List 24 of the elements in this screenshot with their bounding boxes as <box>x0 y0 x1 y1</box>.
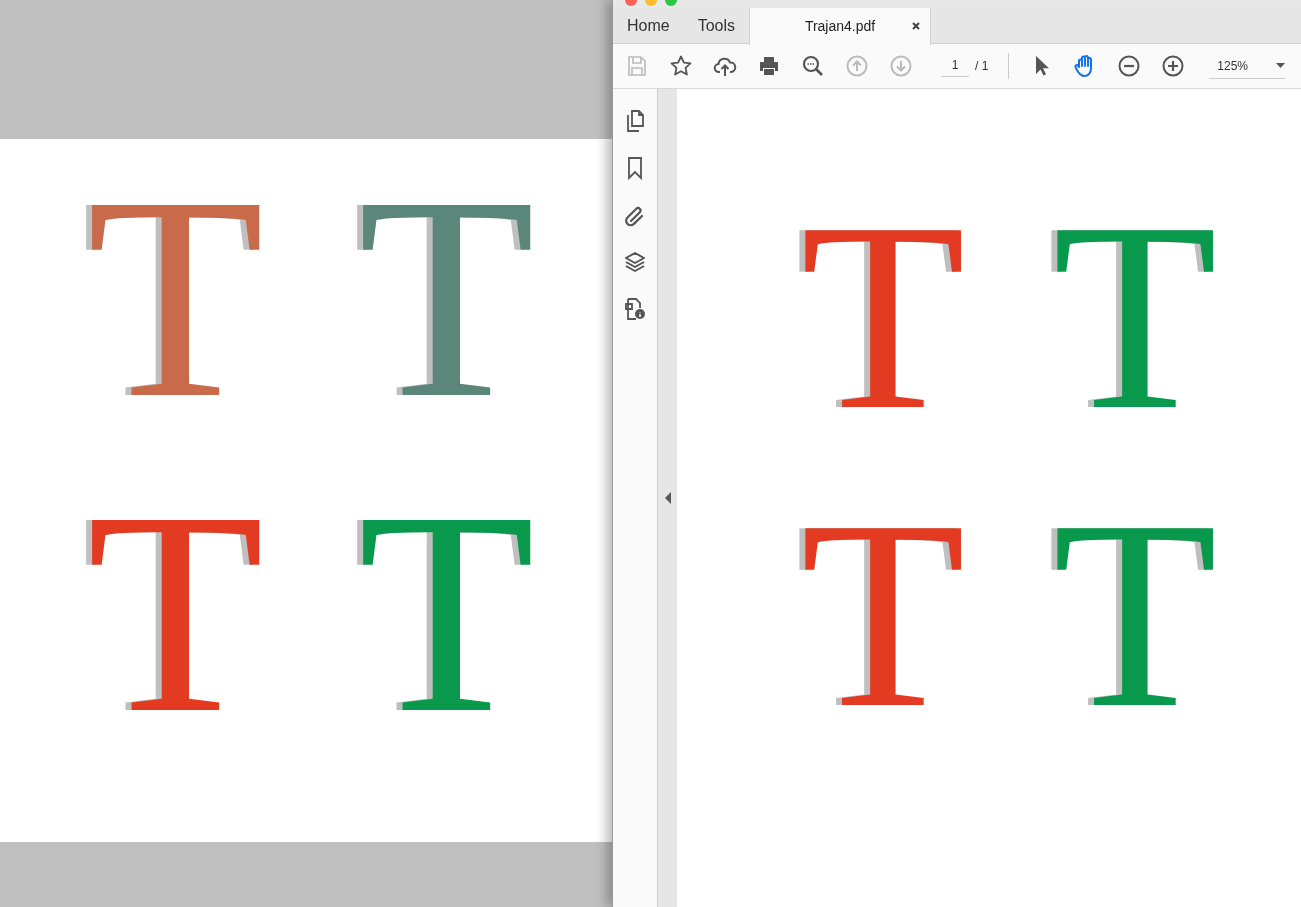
letter-glyph: T <box>799 181 967 451</box>
caret-icon[interactable] <box>1276 63 1286 68</box>
nav-tab[interactable]: Tools <box>683 8 750 44</box>
zoom-dropdown[interactable]: 125% <box>1209 53 1286 79</box>
magnifier-icon[interactable] <box>801 54 825 78</box>
collapse-arrow-icon[interactable] <box>664 492 671 504</box>
star-icon[interactable] <box>669 54 693 78</box>
plus-circle-icon[interactable] <box>1161 54 1186 78</box>
letter-glyph: T <box>1051 181 1219 451</box>
letter-glyph: T <box>1051 479 1219 749</box>
letter-glyph: T <box>85 468 266 758</box>
close-icon[interactable] <box>912 22 921 30</box>
layers-icon[interactable] <box>623 250 647 274</box>
letter-glyph: T <box>799 479 967 749</box>
page-number-field[interactable]: 1 <box>941 55 969 77</box>
letter-glyph: T <box>85 153 266 443</box>
letter-glyph: T <box>356 153 537 443</box>
printer-icon[interactable] <box>757 54 781 78</box>
letter-glyph: T <box>356 468 537 758</box>
page-total: / 1 <box>975 58 989 75</box>
lock-document-icon[interactable] <box>623 297 647 321</box>
document-tab[interactable]: Trajan4.pdf <box>749 8 932 45</box>
minus-circle-icon[interactable] <box>1117 54 1142 78</box>
nav-tab[interactable]: Home <box>613 8 684 44</box>
